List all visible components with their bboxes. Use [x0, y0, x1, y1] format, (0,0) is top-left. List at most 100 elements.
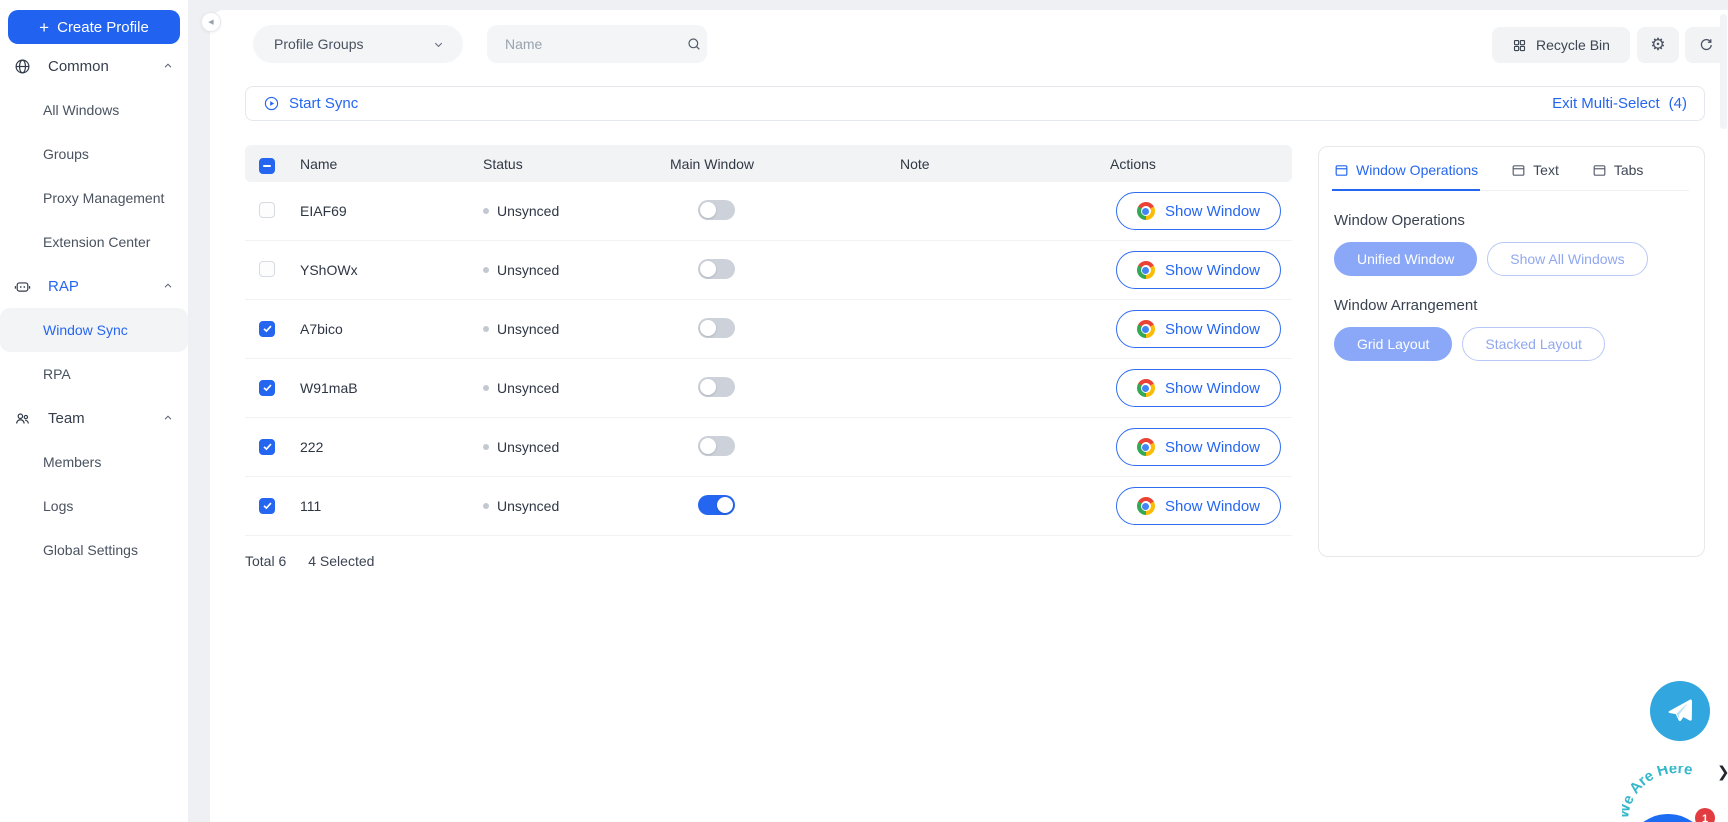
main-window-toggle[interactable]	[698, 200, 735, 220]
tab-label: Tabs	[1614, 162, 1644, 178]
profiles-table: Name Status Main Window Note Actions EIA…	[245, 145, 1292, 569]
notification-count: 1	[1702, 813, 1708, 822]
show-window-button[interactable]: Show Window	[1116, 428, 1281, 466]
show-window-button[interactable]: Show Window	[1116, 192, 1281, 230]
profile-name: 222	[300, 439, 483, 455]
row-checkbox[interactable]	[259, 202, 275, 218]
status-cell: Unsynced	[483, 203, 670, 219]
profile-name: W91maB	[300, 380, 483, 396]
table-row: EIAF69UnsyncedShow Window	[245, 182, 1292, 241]
profile-name: YShOWx	[300, 262, 483, 278]
sidebar: + Create Profile Common All Windows Grou…	[0, 0, 188, 822]
sidebar-item-global-settings[interactable]: Global Settings	[0, 528, 188, 572]
column-header-main-window: Main Window	[670, 156, 900, 172]
status-dot	[483, 326, 489, 332]
main-window-toggle[interactable]	[698, 318, 735, 338]
search-icon[interactable]	[686, 36, 702, 52]
select-all-checkbox[interactable]	[259, 158, 275, 174]
sidebar-section-rap[interactable]: RAP	[0, 264, 188, 308]
chevron-up-icon	[162, 60, 174, 72]
column-header-name: Name	[300, 156, 483, 172]
status-cell: Unsynced	[483, 262, 670, 278]
profile-groups-dropdown[interactable]: Profile Groups	[253, 25, 463, 63]
row-checkbox[interactable]	[259, 439, 275, 455]
settings-button[interactable]: ⚙	[1637, 27, 1679, 63]
tab-window-operations[interactable]: Window Operations	[1334, 162, 1478, 178]
chrome-icon	[1137, 497, 1155, 515]
selected-count: (4)	[1669, 95, 1687, 112]
row-checkbox[interactable]	[259, 380, 275, 396]
robot-icon	[14, 278, 31, 295]
status-cell: Unsynced	[483, 498, 670, 514]
section-label: Team	[48, 410, 162, 427]
tab-tabs[interactable]: Tabs	[1592, 162, 1644, 178]
start-sync-button[interactable]: Start Sync	[263, 95, 358, 112]
main-window-toggle[interactable]	[698, 495, 735, 515]
table-body: EIAF69UnsyncedShow WindowYShOWxUnsyncedS…	[245, 182, 1292, 536]
sidebar-item-extension-center[interactable]: Extension Center	[0, 220, 188, 264]
table-row: A7bicoUnsyncedShow Window	[245, 300, 1292, 359]
status-label: Unsynced	[497, 262, 559, 278]
sidebar-item-proxy-management[interactable]: Proxy Management	[0, 176, 188, 220]
window-operations-title: Window Operations	[1334, 212, 1689, 229]
main-window-toggle[interactable]	[698, 377, 735, 397]
total-count: Total 6	[245, 553, 286, 569]
create-profile-button[interactable]: + Create Profile	[8, 10, 180, 44]
search-input[interactable]	[491, 36, 686, 52]
chat-widget[interactable]: We Are Here 1	[1622, 766, 1728, 822]
table-row: 222 Unsynced Show Window	[245, 418, 1292, 477]
sidebar-item-groups[interactable]: Groups	[0, 132, 188, 176]
status-dot	[483, 444, 489, 450]
show-window-button[interactable]: Show Window	[1116, 310, 1281, 348]
show-window-button[interactable]: Show Window	[1116, 251, 1281, 289]
show-all-windows-button[interactable]: Show All Windows	[1487, 242, 1647, 276]
row-checkbox[interactable]	[259, 498, 275, 514]
recycle-bin-button[interactable]: Recycle Bin	[1492, 27, 1630, 63]
row-checkbox[interactable]	[259, 321, 275, 337]
sidebar-item-window-sync[interactable]: Window Sync	[0, 308, 188, 352]
telegram-button[interactable]	[1650, 681, 1710, 741]
sidebar-item-logs[interactable]: Logs	[0, 484, 188, 528]
status-label: Unsynced	[497, 380, 559, 396]
stacked-layout-button[interactable]: Stacked Layout	[1462, 327, 1605, 361]
search-box	[487, 25, 707, 63]
sidebar-item-rpa[interactable]: RPA	[0, 352, 188, 396]
profile-name: A7bico	[300, 321, 483, 337]
chevron-up-icon	[162, 280, 174, 292]
window-icon	[1592, 163, 1607, 178]
column-header-status: Status	[483, 156, 670, 172]
tab-text[interactable]: Text	[1511, 162, 1559, 178]
grid-layout-button[interactable]: Grid Layout	[1334, 327, 1452, 361]
sidebar-section-team[interactable]: Team	[0, 396, 188, 440]
sidebar-section-common[interactable]: Common	[0, 44, 188, 88]
sidebar-item-members[interactable]: Members	[0, 440, 188, 484]
plus-icon: +	[39, 19, 49, 36]
scrollbar-thumb[interactable]	[1720, 14, 1727, 129]
show-window-label: Show Window	[1165, 262, 1260, 279]
recycle-bin-label: Recycle Bin	[1536, 37, 1610, 53]
unified-window-button[interactable]: Unified Window	[1334, 242, 1477, 276]
chrome-icon	[1137, 379, 1155, 397]
chrome-icon	[1137, 202, 1155, 220]
sidebar-item-all-windows[interactable]: All Windows	[0, 88, 188, 132]
selected-count-footer: 4 Selected	[308, 553, 374, 569]
main-window-toggle[interactable]	[698, 259, 735, 279]
table-row: W91maB Unsynced Show Window	[245, 359, 1292, 418]
exit-multi-select-button[interactable]: Exit Multi-Select (4)	[1552, 95, 1687, 112]
show-window-label: Show Window	[1165, 498, 1260, 515]
show-window-button[interactable]: Show Window	[1116, 487, 1281, 525]
chrome-icon	[1137, 261, 1155, 279]
profile-groups-label: Profile Groups	[274, 36, 432, 52]
chrome-icon	[1137, 438, 1155, 456]
chevron-up-icon	[162, 412, 174, 424]
operations-panel: Window Operations Text Tabs Window Opera…	[1318, 146, 1705, 557]
status-label: Unsynced	[497, 439, 559, 455]
status-label: Unsynced	[497, 203, 559, 219]
main-window-toggle[interactable]	[698, 436, 735, 456]
status-dot	[483, 385, 489, 391]
start-sync-label: Start Sync	[289, 95, 358, 112]
row-checkbox[interactable]	[259, 261, 275, 277]
sidebar-collapse-button[interactable]: ◀	[201, 12, 221, 32]
show-window-button[interactable]: Show Window	[1116, 369, 1281, 407]
sync-bar: Start Sync Exit Multi-Select (4)	[245, 86, 1705, 121]
